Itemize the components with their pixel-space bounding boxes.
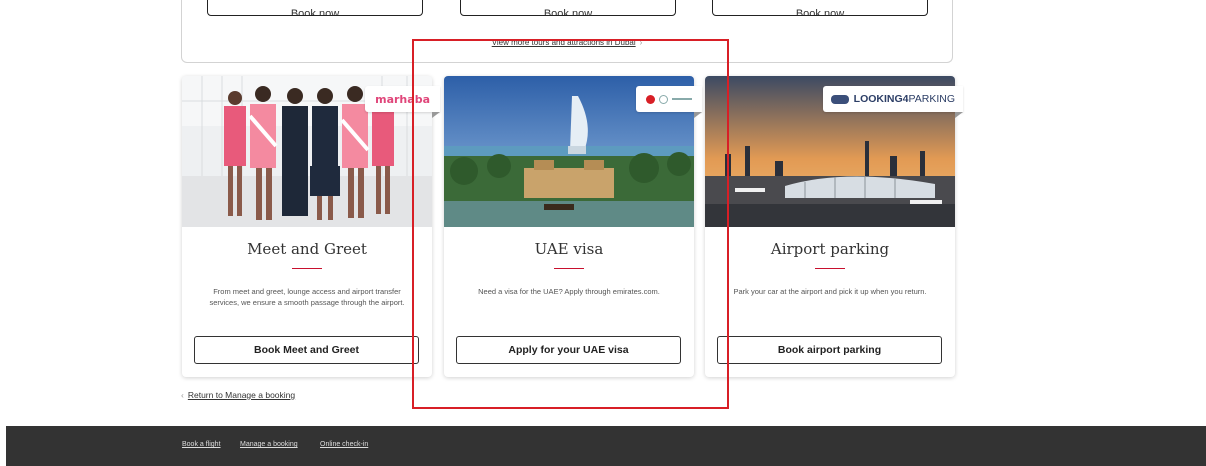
book-airport-parking-button[interactable]: Book airport parking bbox=[717, 336, 942, 364]
title-underline bbox=[815, 268, 845, 269]
card-title: Airport parking bbox=[770, 240, 890, 258]
highlight-box bbox=[412, 39, 729, 409]
card-description: Park your car at the airport and pick it… bbox=[733, 287, 927, 296]
title-underline bbox=[292, 268, 322, 269]
car-icon bbox=[830, 94, 849, 104]
meet-and-greet-card: marhaba Meet and Greet From meet and gre… bbox=[182, 76, 440, 377]
footer: Book a flight Manage a booking Online ch… bbox=[6, 426, 1206, 466]
book-meet-and-greet-button[interactable]: Book Meet and Greet bbox=[194, 336, 419, 364]
card-title: Meet and Greet bbox=[247, 240, 367, 258]
logo-text-light: PARKING bbox=[908, 93, 955, 105]
return-to-manage-booking-link[interactable]: Return to Manage a booking bbox=[188, 390, 295, 400]
looking4parking-logo: LOOKING4 PARKING bbox=[822, 86, 964, 118]
footer-link-manage-booking[interactable]: Manage a booking bbox=[240, 441, 298, 448]
card-description: From meet and greet, lounge access and a… bbox=[209, 287, 405, 307]
airport-parking-card: LOOKING4 PARKING Airport parking Park you… bbox=[705, 76, 964, 377]
logo-text-bold: LOOKING4 bbox=[853, 93, 909, 105]
book-now-button-2[interactable]: Book now bbox=[460, 0, 676, 16]
book-now-button-3[interactable]: Book now bbox=[712, 0, 928, 16]
footer-link-online-checkin[interactable]: Online check-in bbox=[320, 441, 368, 448]
book-now-button-1[interactable]: Book now bbox=[207, 0, 423, 16]
chevron-left-icon: ‹ bbox=[181, 390, 184, 400]
return-link-row: ‹ Return to Manage a booking bbox=[181, 390, 295, 400]
footer-link-book-flight[interactable]: Book a flight bbox=[182, 441, 221, 448]
